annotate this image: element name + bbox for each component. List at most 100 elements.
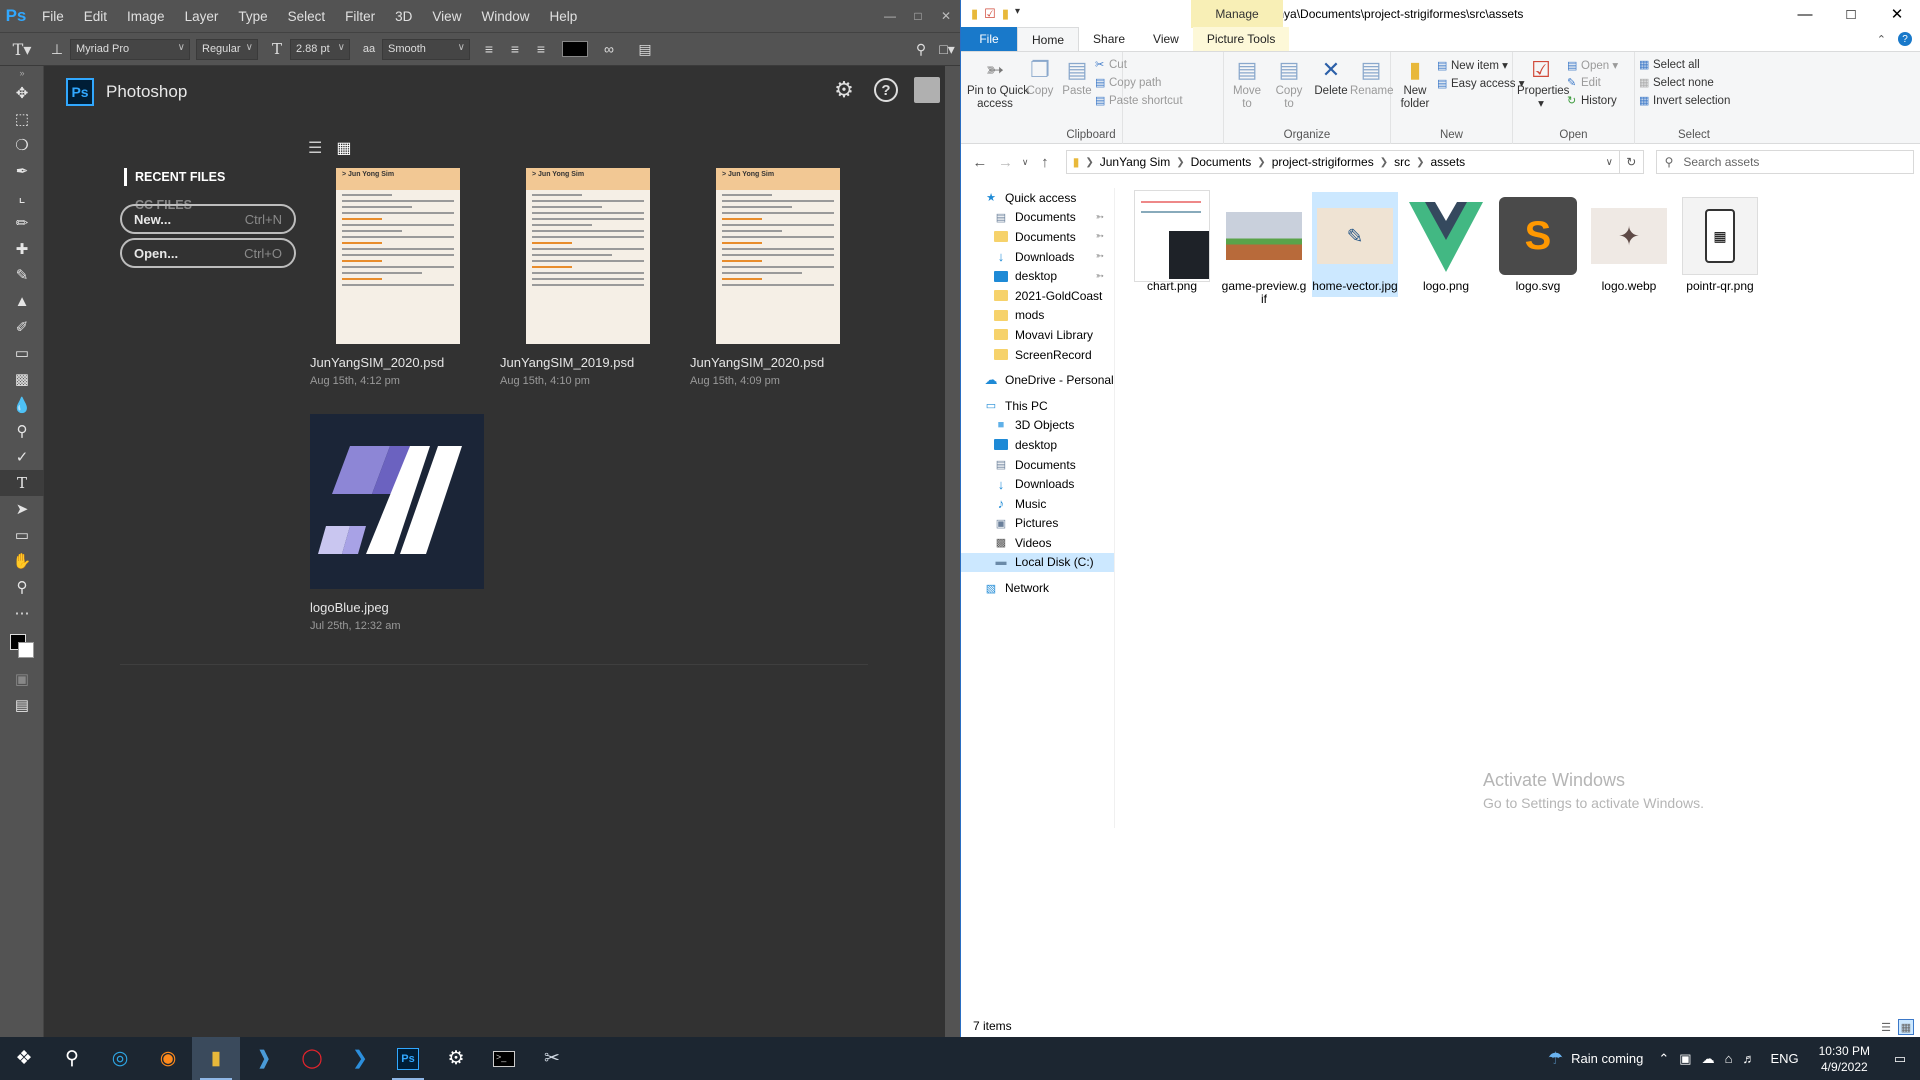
file-item-selected[interactable]: ✎ home-vector.jpg — [1312, 192, 1398, 297]
show-hidden-icons-icon[interactable]: ⌃ — [1653, 1051, 1674, 1067]
opera-icon[interactable]: ◯ — [288, 1037, 336, 1080]
help-icon[interactable]: ? — [874, 78, 898, 102]
delete-button[interactable]: ✕ Delete — [1312, 56, 1350, 98]
recent-locations-icon[interactable]: ∨ — [1018, 157, 1032, 168]
recent-file-card[interactable]: > Jun Yong Sim JunYangSIM_2020.psd Aug 1… — [690, 168, 865, 387]
powershell-icon[interactable]: ❱ — [240, 1037, 288, 1080]
nav-item-mods[interactable]: mods — [961, 306, 1114, 326]
ps-maximize-button[interactable]: □ — [904, 0, 932, 32]
nav-item-downloads[interactable]: ↓ Downloads ➳ — [961, 247, 1114, 267]
paste-button[interactable]: ▤ Paste — [1059, 56, 1095, 98]
blur-tool-icon[interactable]: 💧 — [0, 392, 44, 418]
warp-text-icon[interactable]: ∞ — [596, 41, 622, 57]
paste-shortcut-button[interactable]: ▤ Paste shortcut — [1095, 94, 1183, 107]
recent-file-card[interactable]: > Jun Yong Sim JunYangSIM_2019.psd Aug 1… — [500, 168, 675, 387]
text-color-swatch[interactable] — [562, 41, 588, 57]
recent-file-card[interactable]: > Jun Yong Sim JunYangSIM_2020.psd Aug 1… — [310, 168, 485, 387]
character-panel-icon[interactable]: ▤ — [632, 41, 658, 58]
nav-item-screenrecord[interactable]: ScreenRecord — [961, 345, 1114, 365]
cut-button[interactable]: ✂ Cut — [1095, 58, 1127, 71]
marquee-tool-icon[interactable]: ⬚ — [0, 106, 44, 132]
zoom-tool-icon[interactable]: ⚲ — [0, 574, 44, 600]
file-item[interactable]: S logo.svg — [1495, 196, 1581, 293]
eyedropper-tool-icon[interactable]: ✏ — [0, 210, 44, 236]
pen-tool-icon[interactable]: ✓ — [0, 444, 44, 470]
collapse-ribbon-icon[interactable]: ⌃ — [1877, 33, 1886, 46]
tab-file[interactable]: File — [961, 27, 1017, 51]
clock[interactable]: 10:30 PM 4/9/2022 — [1809, 1043, 1880, 1075]
breadcrumb[interactable]: project-strigiformes — [1268, 155, 1378, 169]
snipping-tool-icon[interactable]: ✂ — [528, 1037, 576, 1080]
crop-tool-icon[interactable]: ⌞ — [0, 184, 44, 210]
weather-widget[interactable]: ☂ Rain coming — [1538, 1049, 1654, 1069]
breadcrumb[interactable]: Documents — [1187, 155, 1256, 169]
align-right-icon[interactable]: ≡ — [528, 41, 554, 57]
grid-view-icon[interactable]: ▦ — [336, 138, 351, 158]
more-tools-icon[interactable]: ⋯ — [0, 600, 44, 626]
new-folder-button[interactable]: ▮ New folder — [1395, 56, 1435, 111]
tab-picture-tools[interactable]: Picture Tools — [1192, 27, 1290, 51]
color-swatches[interactable] — [0, 626, 44, 666]
antialias-select[interactable]: Smooth ∨ — [382, 38, 470, 60]
edit-button[interactable]: ✎ Edit — [1567, 76, 1601, 89]
firefox-icon[interactable]: ◉ — [144, 1037, 192, 1080]
new-file-button[interactable]: New... Ctrl+N — [120, 204, 296, 234]
easy-access-button[interactable]: ▤ Easy access ▾ — [1437, 76, 1525, 90]
open-file-button[interactable]: Open... Ctrl+O — [120, 238, 296, 268]
nav-item-desktop[interactable]: desktop ➳ — [961, 266, 1114, 286]
recent-file-card[interactable]: logoBlue.jpeg Jul 25th, 12:32 am — [310, 414, 490, 632]
background-color-swatch[interactable] — [18, 642, 34, 658]
nav-item-documents[interactable]: ▤ Documents — [961, 455, 1114, 475]
new-folder-qat-icon[interactable]: ▮ — [1002, 6, 1009, 22]
search-icon[interactable]: ⚲ — [908, 41, 934, 58]
hand-tool-icon[interactable]: ✋ — [0, 548, 44, 574]
nav-onedrive[interactable]: ☁ OneDrive - Personal — [961, 370, 1114, 390]
font-size-select[interactable]: 2.88 pt ∨ — [290, 38, 350, 60]
search-input[interactable]: ⚲ Search assets — [1655, 150, 1915, 174]
invert-selection-button[interactable]: ▦ Invert selection — [1639, 94, 1730, 107]
address-bar[interactable]: ▮ ❯ JunYang Sim ❯ Documents ❯ project-stri… — [1065, 150, 1620, 174]
manage-tab[interactable]: Manage — [1191, 0, 1283, 28]
pin-quick-access-button[interactable]: ➳ Pin to Quick access — [967, 56, 1029, 111]
move-to-button[interactable]: ▤ Move to — [1230, 56, 1264, 111]
quick-select-tool-icon[interactable]: ✒ — [0, 158, 44, 184]
file-item[interactable]: ✦ logo.webp — [1586, 196, 1672, 293]
nav-recent-files[interactable]: RECENT FILES — [124, 168, 225, 186]
healing-brush-tool-icon[interactable]: ✚ — [0, 236, 44, 262]
lasso-tool-icon[interactable]: ❍ — [0, 132, 44, 158]
gradient-tool-icon[interactable]: ▩ — [0, 366, 44, 392]
address-dropdown-icon[interactable]: ∨ — [1606, 157, 1619, 168]
language-indicator[interactable]: ENG — [1760, 1051, 1808, 1066]
file-item[interactable]: logo.png — [1403, 196, 1489, 293]
file-explorer-icon[interactable]: ▮ — [192, 1037, 240, 1080]
rename-button[interactable]: ▤ Rename — [1350, 56, 1393, 98]
device-icon[interactable]: ▣ — [1674, 1051, 1696, 1067]
large-icons-view-icon[interactable]: ▦ — [1898, 1019, 1914, 1035]
font-family-select[interactable]: Myriad Pro ∨ — [70, 38, 190, 60]
refresh-icon[interactable]: ↻ — [1619, 150, 1644, 174]
settings-icon[interactable]: ⚙ — [432, 1037, 480, 1080]
explorer-close-button[interactable]: ✕ — [1874, 0, 1920, 28]
ps-menu-view[interactable]: View — [422, 9, 471, 24]
photoshop-taskbar-icon[interactable]: Ps — [384, 1037, 432, 1080]
nav-item-goldcoast[interactable]: 2021-GoldCoast — [961, 286, 1114, 306]
file-item[interactable]: game-preview.gif — [1221, 196, 1307, 306]
onedrive-cloud-icon[interactable]: ☁ — [1697, 1051, 1720, 1067]
gear-icon[interactable]: ⚙ — [830, 76, 858, 104]
notification-icon[interactable]: ▭ — [1880, 1051, 1920, 1067]
type-tool-preset-icon[interactable]: T▾ — [0, 40, 44, 59]
screen-mode-icon[interactable]: ▤ — [0, 692, 44, 718]
ps-menu-edit[interactable]: Edit — [74, 9, 117, 24]
terminal-icon[interactable]: >_ — [480, 1037, 528, 1080]
breadcrumb[interactable]: src — [1390, 155, 1414, 169]
ps-menu-window[interactable]: Window — [471, 9, 539, 24]
ps-menu-layer[interactable]: Layer — [175, 9, 229, 24]
ps-menu-type[interactable]: Type — [228, 9, 277, 24]
back-arrow-icon[interactable]: ← — [967, 154, 993, 171]
up-arrow-icon[interactable]: ↑ — [1032, 154, 1058, 171]
copy-path-button[interactable]: ▤ Copy path — [1095, 76, 1161, 89]
eraser-tool-icon[interactable]: ▭ — [0, 340, 44, 366]
type-tool-icon[interactable]: T — [0, 470, 44, 496]
brush-tool-icon[interactable]: ✎ — [0, 262, 44, 288]
nav-item-pictures[interactable]: ▣ Pictures — [961, 514, 1114, 534]
